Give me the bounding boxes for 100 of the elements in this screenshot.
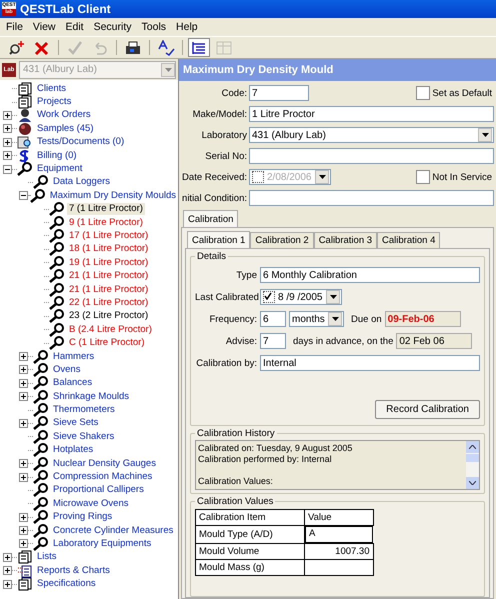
tree-item[interactable]: B (2.4 Litre Proctor)	[67, 324, 154, 336]
checkbox-label: Set as Default	[432, 88, 492, 98]
unit-dropdown[interactable]: months	[289, 311, 344, 327]
serial-field[interactable]	[249, 148, 494, 164]
tree-item[interactable]: Shrinkage Moulds	[51, 390, 132, 403]
history-text: Calibrated on: Tuesday, 9 August 2005 Calibration performed by: Internal Calibration Values:	[197, 442, 354, 488]
tab[interactable]: Calibration 1	[187, 231, 250, 248]
tree-item[interactable]: Work Orders	[35, 109, 93, 122]
expand-icon[interactable]	[3, 552, 12, 562]
checkbox[interactable]	[416, 86, 430, 100]
caret-icon	[332, 317, 338, 321]
tree-item[interactable]: Samples (45)	[35, 122, 96, 135]
make-model-field[interactable]: 1 Litre Proctor	[249, 106, 494, 122]
scrollbar[interactable]	[466, 441, 479, 489]
tree-item[interactable]: Nuclear Density Gauges	[51, 458, 158, 470]
type-field[interactable]: 6 Monthly Calibration	[260, 267, 480, 283]
caret-icon	[330, 295, 336, 299]
samples-icon	[17, 122, 33, 136]
tree-item[interactable]: 23 (2 Litre Proctor)	[67, 310, 150, 322]
tab[interactable]: Calibration	[183, 210, 238, 227]
menu-item[interactable]: Help	[172, 21, 202, 33]
tree-item[interactable]: 17 (1 Litre Proctor)	[67, 230, 150, 242]
code-field[interactable]: 7	[249, 85, 309, 101]
tree-item[interactable]: Clients	[35, 82, 68, 95]
tree-item[interactable]: Balances	[51, 377, 94, 390]
group-title: Calibration Values	[196, 496, 274, 507]
check-icon	[264, 292, 272, 300]
magnifier-icon	[49, 282, 65, 297]
tree-item[interactable]: Sieve Sets	[51, 417, 100, 430]
tree-item[interactable]: Ovens	[51, 364, 82, 376]
expand-icon[interactable]	[19, 472, 28, 482]
tree-item[interactable]: Lists	[35, 551, 59, 564]
expand-icon[interactable]	[19, 392, 28, 402]
expand-icon[interactable]	[19, 526, 28, 536]
expand-icon[interactable]	[19, 459, 28, 468]
tree-item[interactable]: Thermometers	[51, 404, 117, 416]
initial-condition-field[interactable]	[249, 190, 494, 206]
expand-icon[interactable]	[3, 138, 12, 147]
calibration-by-field[interactable]: Internal	[260, 355, 480, 371]
menu-item[interactable]: Edit	[62, 21, 88, 33]
caret-icon	[482, 133, 488, 137]
tree-item[interactable]: Hotplates	[51, 444, 96, 456]
tab[interactable]: Calibration 3	[314, 232, 378, 248]
checkbox[interactable]	[416, 170, 430, 184]
report-icon	[17, 564, 33, 578]
frequency-field[interactable]: 6	[260, 311, 286, 327]
tree-item[interactable]: Compression Machines	[51, 471, 154, 484]
tree-item[interactable]: Concrete Cylinder Measures	[51, 524, 176, 537]
tree-item[interactable]: Billing (0)	[35, 150, 79, 162]
tree-item[interactable]: Laboratory Equipments	[51, 538, 154, 550]
tab[interactable]: Calibration 4	[377, 232, 440, 248]
menu-item[interactable]: View	[28, 21, 60, 33]
expand-icon[interactable]	[19, 418, 28, 428]
tree-item[interactable]: Proportional Callipers	[51, 484, 146, 496]
caret-icon	[318, 175, 326, 179]
table-cell: Mould Type (A/D)	[196, 526, 304, 544]
tree-item[interactable]: 7 (1 Litre Proctor)	[67, 203, 145, 216]
tree-item[interactable]: Sieve Shakers	[51, 430, 116, 443]
tab[interactable]: Calibration 2	[250, 232, 314, 248]
tree-item[interactable]: Tests/Documents (0)	[35, 136, 126, 148]
tree-item[interactable]: Specifications	[35, 578, 98, 590]
tree-item[interactable]: Microwave Ovens	[51, 498, 130, 510]
expand-icon[interactable]	[3, 110, 12, 120]
advise-field[interactable]: 7	[260, 333, 286, 349]
expand-icon[interactable]	[19, 539, 28, 548]
last-calibrated-picker[interactable]: 8 /9 /2005	[260, 289, 342, 305]
record-calibration-button[interactable]: Record Calibration	[375, 400, 480, 419]
tree-item[interactable]: Equipment	[35, 163, 84, 176]
tree-item[interactable]: Hammers	[51, 350, 96, 362]
tree-item[interactable]: Projects	[35, 96, 74, 108]
tree-item[interactable]: Maximum Dry Density Moulds	[48, 190, 178, 202]
collapse-icon[interactable]	[19, 191, 28, 200]
tree-item[interactable]: Reports & Charts	[35, 564, 112, 577]
tree-item[interactable]: 18 (1 Litre Proctor)	[67, 243, 150, 256]
expand-icon[interactable]	[3, 566, 12, 576]
expand-icon[interactable]	[3, 580, 12, 589]
expand-icon[interactable]	[19, 352, 28, 361]
collapse-icon[interactable]	[3, 164, 12, 174]
tree-item[interactable]: 21 (1 Litre Proctor)	[67, 270, 150, 282]
tree-item[interactable]: Data Loggers	[51, 176, 112, 188]
laboratory-dropdown[interactable]: 431 (Albury Lab)	[249, 127, 494, 143]
tree-item[interactable]: C (1 Litre Proctor)	[67, 337, 146, 350]
tree-item[interactable]: 21 (1 Litre Proctor)	[67, 284, 150, 296]
field-label: Calibration by:	[195, 358, 257, 368]
tree-item[interactable]: Proving Rings	[51, 511, 114, 524]
menu-item[interactable]: File	[2, 21, 27, 33]
expand-icon[interactable]	[19, 365, 28, 374]
expand-icon[interactable]	[3, 124, 12, 134]
tree-item[interactable]: 9 (1 Litre Proctor)	[67, 216, 145, 229]
scroll-down-icon[interactable]	[469, 481, 476, 485]
expand-icon[interactable]	[19, 512, 28, 522]
expand-icon[interactable]	[19, 378, 28, 388]
tree-item[interactable]: 19 (1 Litre Proctor)	[67, 256, 150, 269]
magnifier-icon	[33, 430, 49, 444]
menu-item[interactable]: Tools	[138, 21, 170, 33]
tree-tool-icon[interactable]	[188, 38, 210, 57]
scroll-up-icon[interactable]	[469, 445, 476, 449]
expand-icon[interactable]	[3, 151, 12, 160]
menu-item[interactable]: Security	[90, 21, 136, 33]
tree-item[interactable]: 22 (1 Litre Proctor)	[67, 296, 150, 309]
